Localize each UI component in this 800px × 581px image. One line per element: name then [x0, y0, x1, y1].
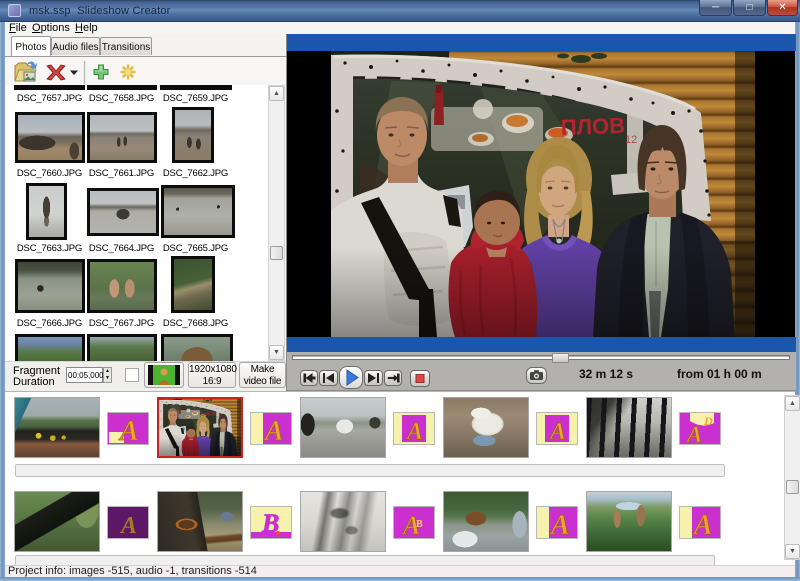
- svg-text:D: D: [703, 414, 713, 428]
- svg-text:ПЛОВ: ПЛОВ: [560, 113, 625, 140]
- svg-text:A: A: [405, 419, 423, 444]
- svg-text:ПЛОВ: ПЛОВ: [203, 411, 216, 417]
- svg-text:A: A: [685, 422, 702, 444]
- svg-text:A: A: [263, 416, 284, 444]
- svg-text:A: A: [549, 510, 570, 538]
- svg-text:A: A: [119, 513, 137, 538]
- svg-text:B: B: [416, 519, 423, 530]
- svg-text:12: 12: [625, 134, 637, 146]
- svg-text:A: A: [548, 419, 566, 444]
- svg-text:A: A: [118, 416, 139, 444]
- svg-text:A: A: [692, 510, 713, 538]
